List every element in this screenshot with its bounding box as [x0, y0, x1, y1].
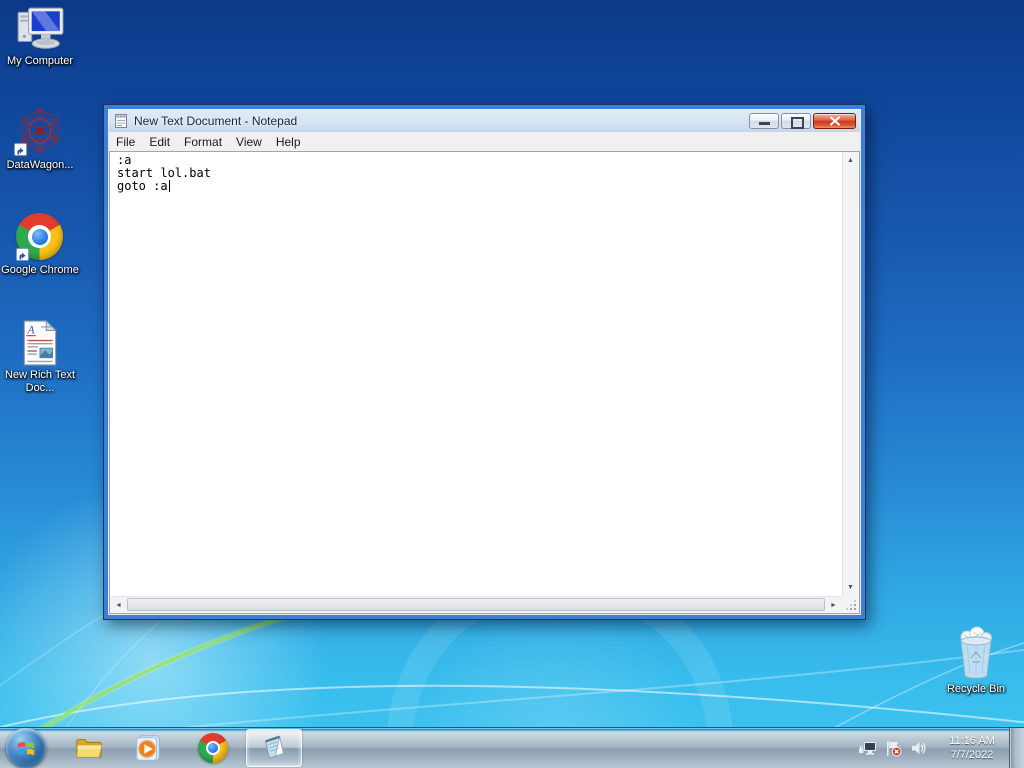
- desktop-icon-recycle-bin[interactable]: Recycle Bin: [936, 626, 1016, 696]
- taskbar-explorer-button[interactable]: [74, 733, 104, 763]
- notepad-window-icon: [115, 114, 127, 128]
- menu-file[interactable]: File: [109, 133, 142, 151]
- desktop-icon-my-computer[interactable]: My Computer: [0, 6, 80, 68]
- horizontal-scrollbar[interactable]: ◄ ►: [110, 596, 842, 613]
- taskbar: 11:16 AM 7/7/2022: [0, 727, 1024, 768]
- taskbar-notepad-button-active[interactable]: [246, 729, 302, 767]
- my-computer-icon: [17, 7, 64, 49]
- window-controls: [749, 113, 856, 129]
- resize-grip[interactable]: [842, 596, 859, 613]
- menu-format[interactable]: Format: [177, 133, 229, 151]
- text-line: goto :a: [117, 179, 170, 193]
- scroll-down-icon[interactable]: ▼: [842, 579, 859, 596]
- menu-help[interactable]: Help: [269, 133, 308, 151]
- show-desktop-button[interactable]: [1009, 728, 1024, 768]
- horizontal-scroll-thumb[interactable]: [127, 598, 825, 611]
- scroll-left-icon[interactable]: ◄: [110, 597, 127, 614]
- desktop-icon-rich-text-doc[interactable]: A New Rich Text Doc...: [0, 319, 80, 395]
- notepad-text-area[interactable]: :a start lol.bat goto :a: [110, 152, 842, 596]
- desktop-icon-datawagon[interactable]: DataWagon...: [0, 106, 80, 172]
- text-line: start lol.bat: [117, 166, 211, 180]
- notepad-titlebar[interactable]: New Text Document - Notepad: [113, 110, 725, 132]
- desktop-icon-google-chrome[interactable]: Google Chrome: [0, 213, 80, 277]
- svg-text:A: A: [26, 325, 35, 337]
- close-icon: [829, 116, 840, 126]
- google-chrome-label: Google Chrome: [1, 264, 79, 276]
- taskbar-chrome-button[interactable]: [198, 733, 228, 763]
- maximize-icon: [791, 117, 804, 129]
- minimize-button[interactable]: [749, 113, 779, 129]
- notepad-client-area: :a start lol.bat goto :a ▲ ▼ ◄ ►: [109, 151, 860, 614]
- volume-icon[interactable]: [910, 740, 928, 757]
- scroll-up-icon[interactable]: ▲: [842, 152, 859, 169]
- vertical-scrollbar[interactable]: ▲ ▼: [842, 152, 859, 596]
- text-caret: [168, 180, 170, 192]
- action-center-flag-icon[interactable]: [885, 740, 902, 757]
- scroll-right-icon[interactable]: ►: [825, 597, 842, 614]
- text-line: :a: [117, 153, 132, 167]
- shortcut-arrow-icon: [16, 248, 29, 261]
- maximize-button[interactable]: [781, 113, 811, 129]
- menu-view[interactable]: View: [229, 133, 269, 151]
- rich-text-doc-label: New Rich Text Doc...: [4, 369, 76, 394]
- recycle-bin-icon: [960, 626, 992, 679]
- taskbar-clock[interactable]: 11:16 AM 7/7/2022: [936, 728, 1008, 768]
- datawagon-label: DataWagon...: [6, 159, 74, 171]
- windows-explorer-icon: [76, 739, 103, 758]
- clock-date: 7/7/2022: [950, 749, 994, 761]
- start-button[interactable]: [6, 728, 46, 768]
- minimize-icon: [759, 122, 770, 125]
- resize-grip-icon: [846, 600, 856, 610]
- chrome-icon: [198, 733, 228, 763]
- recycle-bin-label: Recycle Bin: [946, 683, 1006, 695]
- network-icon[interactable]: [858, 740, 877, 757]
- window-title: New Text Document - Notepad: [134, 114, 298, 128]
- windows-logo-icon: [17, 742, 35, 756]
- shortcut-arrow-icon: [14, 143, 27, 156]
- my-computer-label: My Computer: [6, 55, 74, 67]
- close-button[interactable]: [813, 113, 856, 129]
- notepad-window: New Text Document - Notepad File Edit Fo…: [103, 104, 866, 620]
- clock-time: 11:16 AM: [949, 735, 995, 747]
- rich-text-document-icon: A: [23, 319, 57, 366]
- windows-media-player-icon: [136, 735, 160, 761]
- menu-edit[interactable]: Edit: [142, 133, 177, 151]
- taskbar-media-player-button[interactable]: [134, 733, 164, 763]
- notepad-icon: [265, 735, 284, 759]
- notepad-menubar: File Edit Format View Help: [109, 132, 860, 151]
- system-tray: [858, 728, 928, 768]
